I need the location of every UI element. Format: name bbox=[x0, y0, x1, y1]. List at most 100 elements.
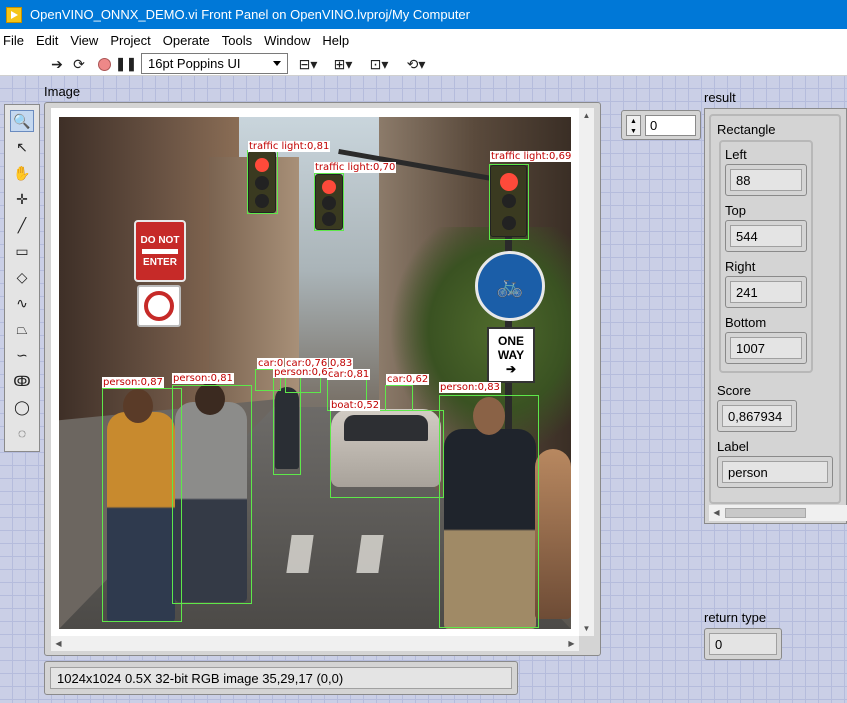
pedestrian-right-edge bbox=[535, 449, 571, 619]
scroll-left-icon[interactable]: ◀ bbox=[709, 505, 724, 520]
detection-label: traffic light:0,81 bbox=[248, 141, 331, 152]
scroll-up-icon[interactable]: ▲ bbox=[579, 108, 594, 123]
left-indicator: 88 bbox=[725, 164, 807, 196]
image-vertical-scrollbar[interactable]: ▲ ▼ bbox=[579, 108, 594, 636]
detection-label: boat:0,52 bbox=[330, 400, 381, 411]
menu-project[interactable]: Project bbox=[104, 33, 156, 48]
bottom-indicator: 1007 bbox=[725, 332, 807, 364]
return-type-value: 0 bbox=[709, 633, 777, 655]
abort-execution-icon[interactable] bbox=[94, 54, 114, 74]
bottom-value: 1007 bbox=[730, 337, 802, 359]
run-continuously-icon[interactable]: ⟳ bbox=[69, 54, 89, 74]
menu-help[interactable]: Help bbox=[316, 33, 355, 48]
top-label: Top bbox=[725, 203, 746, 218]
do-not-enter-sign: DO NOT ENTER bbox=[134, 220, 186, 282]
sign-one: ONE bbox=[497, 334, 524, 348]
rectangle-label: Rectangle bbox=[717, 122, 776, 137]
image-horizontal-scrollbar[interactable]: ◀ ▶ bbox=[51, 636, 579, 651]
left-label: Left bbox=[725, 147, 747, 162]
labview-vi-icon bbox=[6, 6, 22, 23]
align-objects-icon[interactable]: ⊟▾ bbox=[294, 54, 322, 74]
distribute-objects-icon[interactable]: ⊞▾ bbox=[329, 54, 357, 74]
menu-tools[interactable]: Tools bbox=[216, 33, 258, 48]
return-type-indicator: 0 bbox=[704, 628, 782, 660]
sign-do-not: DO NOT bbox=[140, 234, 180, 246]
array-index-input[interactable]: 0 bbox=[645, 115, 696, 136]
detection-label: traffic light:0,70 bbox=[314, 162, 397, 173]
bicycle-sign-icon: 🚲 bbox=[475, 251, 545, 321]
zoom-tool-icon[interactable]: 🔍 bbox=[10, 110, 34, 132]
resize-objects-icon[interactable]: ⊡▾ bbox=[365, 54, 393, 74]
detection-box[interactable] bbox=[330, 410, 444, 498]
detection-box[interactable] bbox=[314, 173, 344, 231]
text-settings-select[interactable]: 16pt Poppins UI bbox=[141, 53, 288, 74]
menu-file[interactable]: File bbox=[0, 33, 30, 48]
line-tool-icon[interactable]: ╱ bbox=[10, 214, 34, 236]
label-label: Label bbox=[717, 439, 749, 454]
pause-icon[interactable]: ❚❚ bbox=[115, 54, 137, 74]
window-title: OpenVINO_ONNX_DEMO.vi Front Panel on Ope… bbox=[30, 7, 470, 22]
scroll-right-icon[interactable]: ▶ bbox=[564, 636, 579, 651]
detection-box[interactable] bbox=[439, 395, 539, 628]
pan-tool-icon[interactable]: ✋ bbox=[10, 162, 34, 184]
detection-box[interactable] bbox=[172, 385, 252, 604]
detection-box[interactable] bbox=[247, 150, 278, 214]
bottom-label: Bottom bbox=[725, 315, 767, 330]
run-arrow-icon[interactable]: ➔ bbox=[47, 54, 67, 74]
detection-label: person:0,83 bbox=[439, 382, 501, 393]
label-value: person bbox=[722, 461, 828, 483]
image-info-bar: 1024x1024 0.5X 32-bit RGB image 35,29,17… bbox=[50, 667, 512, 689]
no-turn-sign bbox=[137, 285, 181, 327]
street-scene-image[interactable]: DO NOT ENTER 🚲 ONE WAY ➔ traffic light:0… bbox=[59, 117, 571, 629]
scroll-down-icon[interactable]: ▼ bbox=[579, 621, 594, 636]
detection-box[interactable] bbox=[102, 388, 182, 622]
point-tool-icon[interactable]: ✛ bbox=[10, 188, 34, 210]
detection-label: person:0,87 bbox=[102, 377, 164, 388]
menu-view[interactable]: View bbox=[64, 33, 104, 48]
font-select-value: 16pt Poppins UI bbox=[148, 56, 241, 71]
tools-palette: 🔍 ↖ ✋ ✛ ╱ ▭ ◇ ∿ ⏢ ∽ ↂ ◯ ◌ bbox=[4, 104, 40, 452]
result-horizontal-scrollbar[interactable]: ◀ bbox=[709, 505, 847, 521]
menu-bar: File Edit View Project Operate Tools Win… bbox=[0, 29, 847, 51]
label-indicator: person bbox=[717, 456, 833, 488]
increment-icon[interactable]: ▲ bbox=[627, 116, 640, 126]
reorder-icon[interactable]: ⟲▾ bbox=[402, 54, 430, 74]
annulus-tool-icon[interactable]: ◌ bbox=[10, 422, 34, 444]
detection-label: car:0,81 bbox=[327, 369, 371, 380]
sign-enter: ENTER bbox=[143, 256, 177, 268]
freehand-region-tool-icon[interactable]: ↂ bbox=[10, 370, 34, 392]
image-label: Image bbox=[44, 84, 81, 99]
polyline-tool-icon[interactable]: ∽ bbox=[10, 344, 34, 366]
oval-tool-icon[interactable]: ◯ bbox=[10, 396, 34, 418]
right-indicator: 241 bbox=[725, 276, 807, 308]
rotated-rect-tool-icon[interactable]: ◇ bbox=[10, 266, 34, 288]
menu-edit[interactable]: Edit bbox=[30, 33, 64, 48]
detection-box[interactable] bbox=[489, 164, 529, 240]
scroll-thumb[interactable] bbox=[725, 508, 806, 518]
pointer-tool-icon[interactable]: ↖ bbox=[10, 136, 34, 158]
scroll-left-icon[interactable]: ◀ bbox=[51, 636, 66, 651]
decrement-icon[interactable]: ▼ bbox=[627, 126, 640, 136]
title-bar: OpenVINO_ONNX_DEMO.vi Front Panel on Ope… bbox=[0, 0, 847, 29]
score-indicator: 0,867934 bbox=[717, 400, 797, 432]
detection-label: person:0,65 bbox=[273, 367, 335, 378]
menu-window[interactable]: Window bbox=[258, 33, 316, 48]
polygon-tool-icon[interactable]: ⏢ bbox=[10, 318, 34, 340]
chevron-down-icon bbox=[273, 61, 281, 66]
top-indicator: 544 bbox=[725, 220, 807, 252]
detection-label: car:0,62 bbox=[386, 374, 430, 385]
score-label: Score bbox=[717, 383, 751, 398]
detection-box[interactable] bbox=[273, 377, 301, 475]
right-label: Right bbox=[725, 259, 756, 274]
index-increment-decrement[interactable]: ▲ ▼ bbox=[626, 115, 641, 136]
rectangle-tool-icon[interactable]: ▭ bbox=[10, 240, 34, 262]
result-label: result bbox=[704, 90, 736, 105]
menu-operate[interactable]: Operate bbox=[157, 33, 216, 48]
top-value: 544 bbox=[730, 225, 802, 247]
detection-box[interactable] bbox=[385, 385, 413, 411]
toolbar: ➔ ⟳ ❚❚ 16pt Poppins UI ⊟▾ ⊞▾ ⊡▾ ⟲▾ bbox=[0, 51, 847, 76]
left-value: 88 bbox=[730, 169, 802, 191]
freehand-line-tool-icon[interactable]: ∿ bbox=[10, 292, 34, 314]
return-type-label: return type bbox=[704, 610, 767, 625]
one-way-sign: ONE WAY ➔ bbox=[487, 327, 535, 383]
